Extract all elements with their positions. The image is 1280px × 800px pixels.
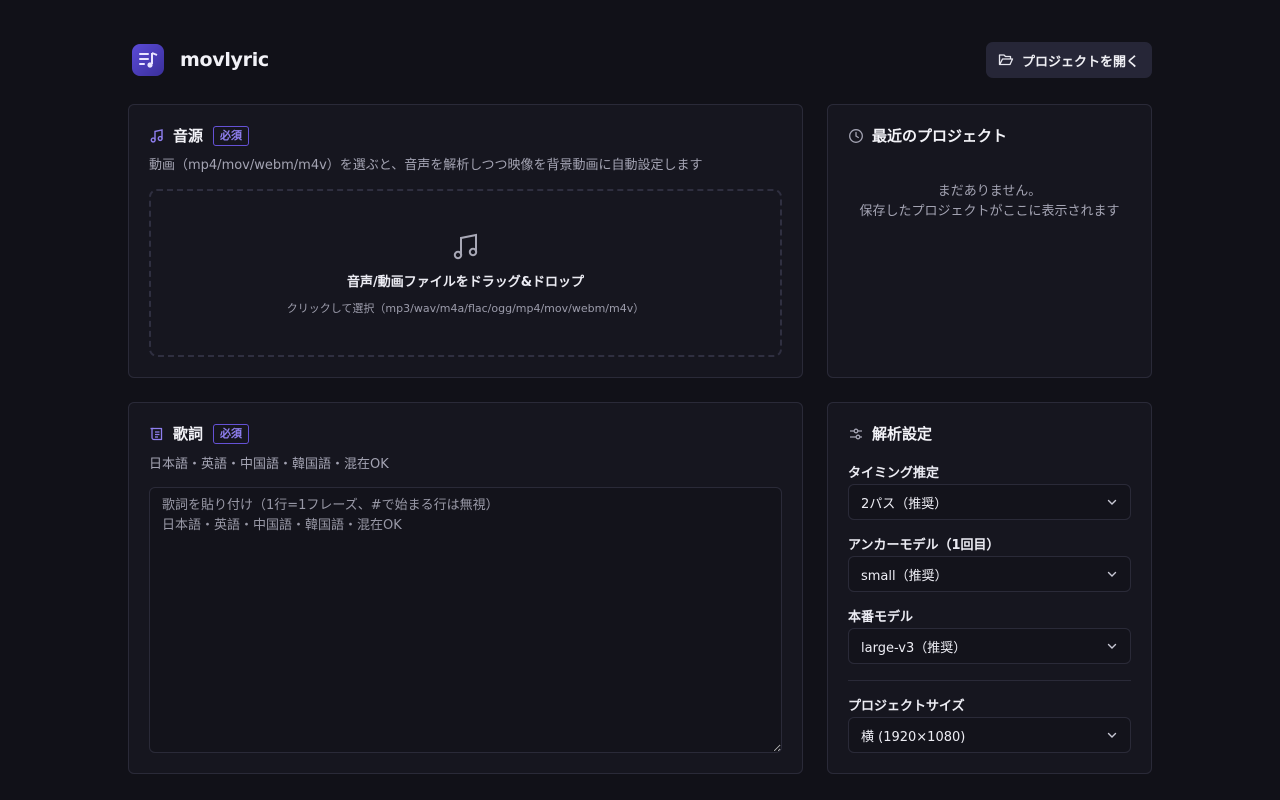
lyrics-card: 歌詞 必須 日本語・英語・中国語・韓国語・混在OK bbox=[128, 402, 803, 774]
open-project-label: プロジェクトを開く bbox=[1021, 54, 1139, 70]
dropzone-title: 音声/動画ファイルをドラッグ&ドロップ bbox=[346, 274, 585, 290]
main-model-value: large-v3（推奨） bbox=[861, 640, 967, 656]
chevron-down-icon bbox=[1107, 732, 1117, 738]
required-badge: 必須 bbox=[213, 125, 250, 146]
project-size-select[interactable]: 横 (1920×1080) bbox=[848, 717, 1131, 753]
logo-music-icon bbox=[139, 52, 158, 68]
clock-icon bbox=[849, 128, 863, 143]
audio-source-card: 音源 必須 動画（mp4/mov/webm/m4v）を選ぶと、音声を解析しつつ映… bbox=[128, 104, 803, 378]
recent-empty-line1: まだありません。 bbox=[937, 184, 1042, 199]
sliders-icon bbox=[850, 428, 862, 439]
analysis-settings-title: 解析設定 bbox=[872, 425, 933, 443]
lyrics-title: 歌詞 bbox=[173, 425, 204, 443]
chevron-down-icon bbox=[1107, 499, 1117, 505]
recent-empty-line2: 保存したプロジェクトがここに表示されます bbox=[859, 204, 1120, 219]
chevron-down-icon bbox=[1107, 571, 1117, 577]
lyrics-scroll-icon bbox=[150, 427, 163, 440]
anchor-model-select[interactable]: small（推奨） bbox=[848, 556, 1131, 592]
audio-source-title: 音源 bbox=[173, 127, 204, 145]
settings-divider bbox=[848, 680, 1131, 681]
lyrics-description: 日本語・英語・中国語・韓国語・混在OK bbox=[149, 457, 389, 472]
timing-label: タイミング推定 bbox=[848, 466, 940, 481]
dropzone-subtitle: クリックして選択（mp3/wav/m4a/flac/ogg/mp4/mov/we… bbox=[286, 301, 645, 315]
music-note-icon bbox=[453, 233, 477, 259]
app-header: movlyric プロジェクトを開く bbox=[128, 42, 1152, 78]
lyrics-header: 歌詞 必須 bbox=[149, 423, 250, 444]
project-size-label: プロジェクトサイズ bbox=[848, 699, 965, 714]
project-size-value: 横 (1920×1080) bbox=[861, 729, 966, 745]
app-name: movlyric bbox=[180, 49, 269, 71]
main-model-select[interactable]: large-v3（推奨） bbox=[848, 628, 1131, 664]
file-dropzone[interactable]: 音声/動画ファイルをドラッグ&ドロップ クリックして選択（mp3/wav/m4a… bbox=[149, 189, 782, 357]
analysis-settings-card: 解析設定 タイミング推定 2パス（推奨） アンカーモデル（1回目） small（… bbox=[827, 402, 1152, 774]
chevron-down-icon bbox=[1107, 643, 1117, 649]
required-badge: 必須 bbox=[213, 423, 250, 444]
anchor-model-value: small（推奨） bbox=[861, 568, 948, 584]
main-model-label: 本番モデル bbox=[848, 610, 914, 625]
audio-source-description: 動画（mp4/mov/webm/m4v）を選ぶと、音声を解析しつつ映像を背景動画… bbox=[149, 158, 703, 173]
folder-open-icon bbox=[998, 54, 1014, 66]
app-logo bbox=[132, 44, 164, 76]
timing-value: 2パス（推奨） bbox=[861, 496, 948, 512]
recent-projects-title: 最近のプロジェクト bbox=[872, 127, 1008, 145]
lyrics-input[interactable] bbox=[149, 487, 782, 753]
audio-source-header: 音源 必須 bbox=[149, 125, 250, 146]
open-project-button[interactable]: プロジェクトを開く bbox=[985, 42, 1152, 78]
music-note-icon bbox=[150, 128, 163, 143]
anchor-model-label: アンカーモデル（1回目） bbox=[848, 538, 1000, 553]
analysis-settings-header: 解析設定 bbox=[848, 423, 932, 444]
recent-projects-card: 最近のプロジェクト まだありません。 保存したプロジェクトがここに表示されます bbox=[827, 104, 1152, 378]
timing-select[interactable]: 2パス（推奨） bbox=[848, 484, 1131, 520]
recent-projects-header: 最近のプロジェクト bbox=[848, 125, 1007, 146]
